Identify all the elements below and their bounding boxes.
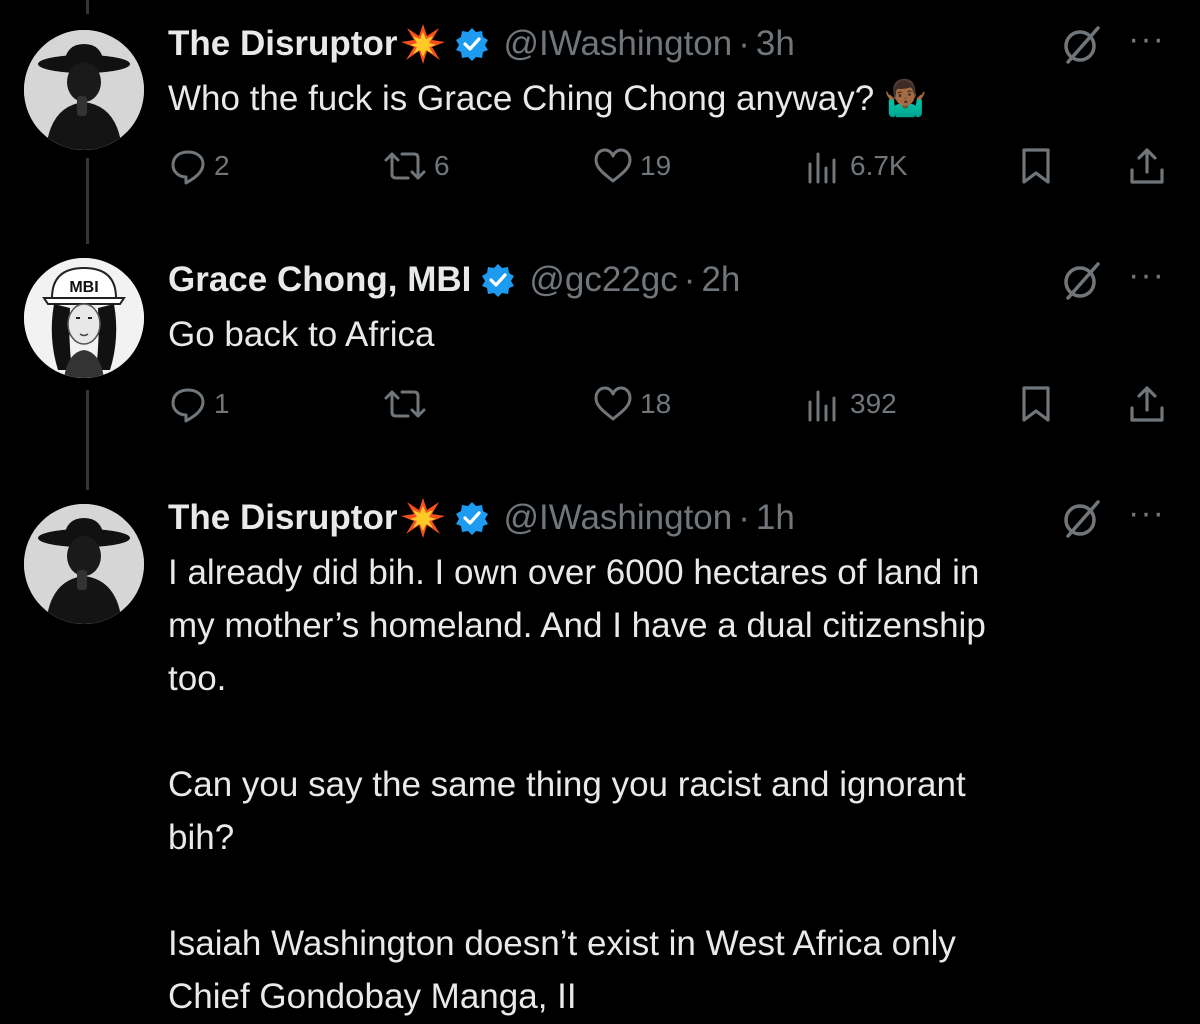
- tweet-text: I already did bih. I own over 6000 hecta…: [168, 546, 1168, 1023]
- tweet-text: Go back to Africa: [168, 315, 435, 354]
- tweet-actions: 2 6 19 6.7K: [0, 146, 1200, 190]
- display-name[interactable]: The Disruptor: [168, 498, 397, 538]
- tweet-text: Who the fuck is Grace Ching Chong anyway…: [168, 79, 928, 118]
- reply-count: 1: [214, 388, 230, 419]
- tweet-header: The Disruptor @IWashington · 3h: [168, 22, 795, 66]
- collision-emoji-icon: [401, 24, 446, 64]
- tweet[interactable]: MBI Grace Chong, MBI @gc22gc · 2h ··· Go…: [0, 256, 1200, 438]
- tweet-header: The Disruptor @IWashington · 1h: [168, 496, 795, 540]
- display-name[interactable]: Grace Chong, MBI: [168, 260, 471, 300]
- share-icon: [1130, 148, 1164, 184]
- reply-icon: [171, 388, 205, 423]
- reply-icon: [171, 150, 205, 185]
- repost-icon: [384, 152, 426, 180]
- grok-icon[interactable]: [1060, 498, 1102, 545]
- separator-dot: ·: [738, 498, 750, 537]
- separator-dot: ·: [738, 24, 750, 63]
- collision-emoji-icon: [401, 498, 446, 538]
- views-icon: [808, 152, 836, 184]
- repost-count: 6: [434, 150, 450, 181]
- like-count: 18: [640, 388, 672, 419]
- bookmark-button[interactable]: [1018, 146, 1054, 186]
- timestamp[interactable]: 1h: [756, 498, 795, 538]
- user-handle[interactable]: @IWashington: [503, 498, 732, 538]
- grok-icon[interactable]: [1060, 24, 1102, 71]
- repost-icon: [384, 390, 426, 418]
- repost-button[interactable]: 6: [382, 146, 450, 186]
- like-count: 19: [640, 150, 672, 181]
- bookmark-icon: [1022, 148, 1050, 184]
- tweet[interactable]: The Disruptor @IWashington · 3h ··· Who …: [0, 20, 1200, 202]
- tweet-text-line: [168, 864, 1168, 917]
- tweet-text-line: Isaiah Washington doesn’t exist in West …: [168, 924, 956, 963]
- share-button[interactable]: [1126, 384, 1168, 424]
- views-button[interactable]: 392: [804, 384, 897, 424]
- avatar[interactable]: MBI: [24, 258, 144, 378]
- tweet-text-line: my mother’s homeland. And I have a dual …: [168, 606, 986, 645]
- timestamp[interactable]: 3h: [756, 24, 795, 64]
- reply-button[interactable]: 2: [168, 146, 230, 186]
- hat-text: MBI: [69, 279, 98, 296]
- grok-icon[interactable]: [1060, 260, 1102, 307]
- more-icon[interactable]: ···: [1128, 20, 1165, 59]
- reply-button[interactable]: 1: [168, 384, 230, 424]
- tweet-actions: 1 18 392: [0, 384, 1200, 428]
- repost-button[interactable]: [382, 384, 434, 424]
- verified-badge-icon: [455, 501, 489, 535]
- tweet[interactable]: The Disruptor @IWashington · 1h ··· I al…: [0, 494, 1200, 1024]
- thread-line: [86, 0, 89, 14]
- share-button[interactable]: [1126, 146, 1168, 186]
- avatar[interactable]: [24, 504, 144, 624]
- share-icon: [1130, 386, 1164, 422]
- tweet-text-line: I already did bih. I own over 6000 hecta…: [168, 553, 980, 592]
- display-name[interactable]: The Disruptor: [168, 24, 397, 64]
- avatar[interactable]: [24, 30, 144, 150]
- user-handle[interactable]: @gc22gc: [529, 260, 677, 300]
- timestamp[interactable]: 2h: [701, 260, 740, 300]
- tweet-text-line: [168, 705, 1168, 758]
- separator-dot: ·: [683, 260, 696, 299]
- tweet-text-line: bih?: [168, 818, 235, 857]
- views-count: 6.7K: [850, 150, 908, 181]
- more-icon[interactable]: ···: [1128, 494, 1165, 533]
- reply-count: 2: [214, 150, 230, 181]
- bookmark-button[interactable]: [1018, 384, 1054, 424]
- like-button[interactable]: 18: [592, 384, 671, 424]
- like-button[interactable]: 19: [592, 146, 671, 186]
- tweet-text-line: too.: [168, 659, 227, 698]
- bookmark-icon: [1022, 386, 1050, 422]
- tweet-header: Grace Chong, MBI @gc22gc · 2h: [168, 258, 740, 302]
- user-handle[interactable]: @IWashington: [503, 24, 732, 64]
- like-icon: [594, 148, 632, 183]
- views-button[interactable]: 6.7K: [804, 146, 908, 186]
- more-icon[interactable]: ···: [1128, 256, 1165, 295]
- verified-badge-icon: [455, 27, 489, 61]
- tweet-text-line: Chief Gondobay Manga, II: [168, 977, 577, 1016]
- views-icon: [808, 390, 836, 422]
- tweet-text-line: Can you say the same thing you racist an…: [168, 765, 966, 804]
- like-icon: [594, 386, 632, 421]
- views-count: 392: [850, 388, 897, 419]
- verified-badge-icon: [481, 263, 515, 297]
